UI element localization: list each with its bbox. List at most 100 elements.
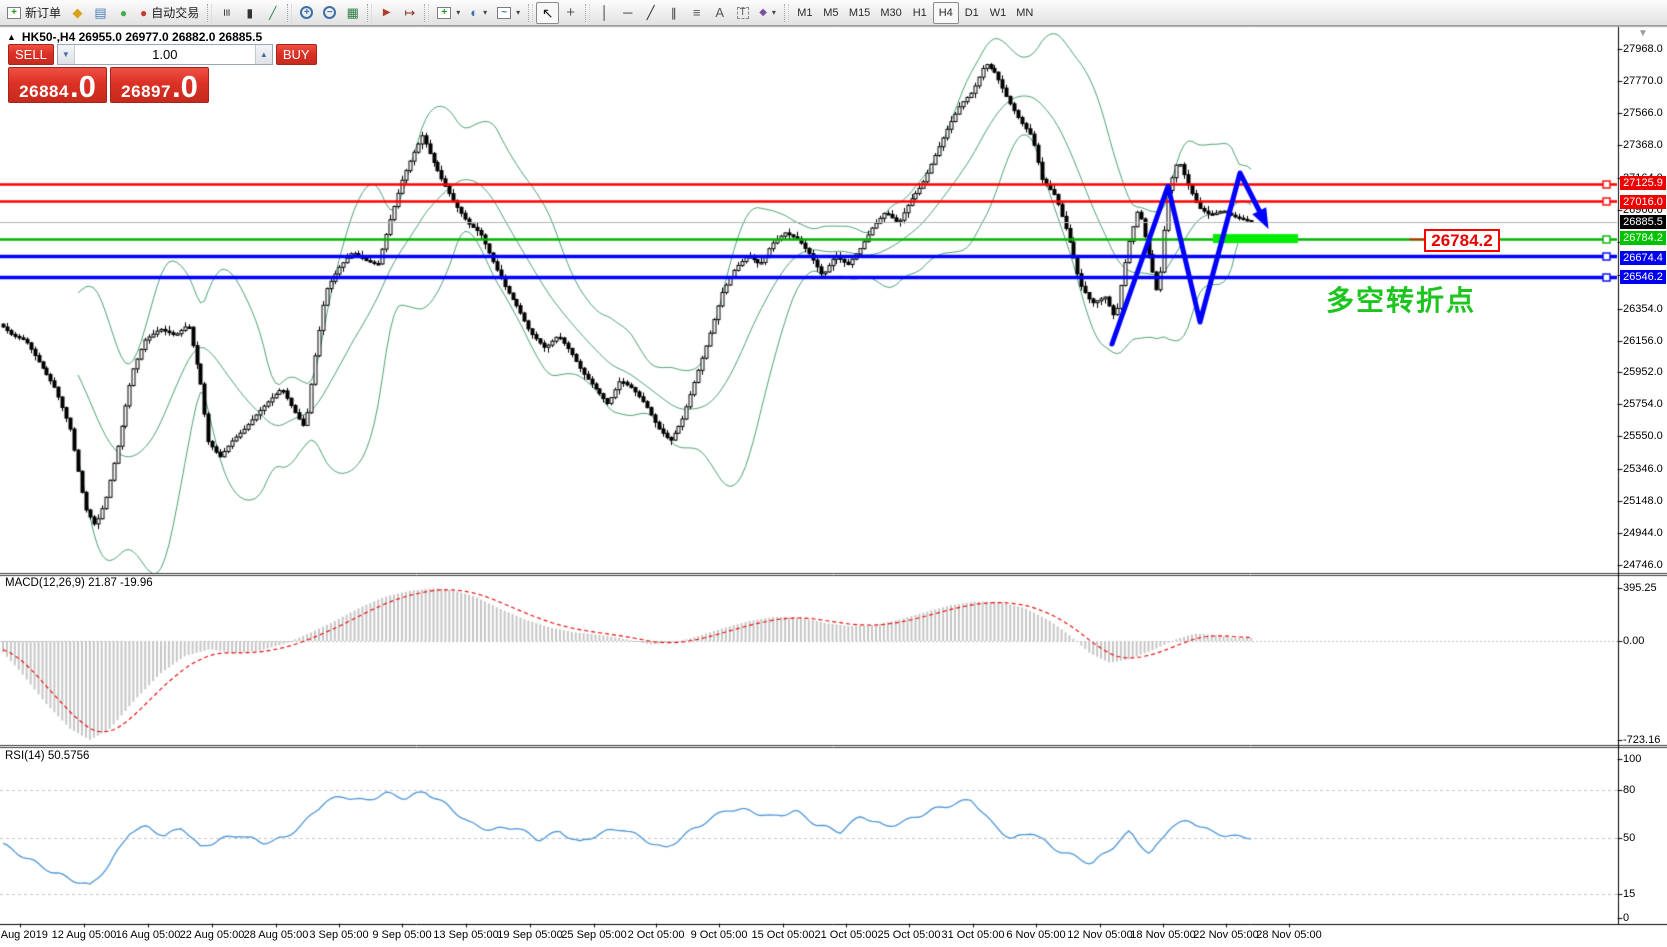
timeframe-d1-button[interactable]: D1 <box>959 2 985 24</box>
market-watch-button[interactable]: ◆ <box>66 2 89 24</box>
cursor-button[interactable]: ↖ <box>536 1 560 24</box>
timeframe-m30-button[interactable]: M30 <box>875 2 906 24</box>
data-window-icon: ▤ <box>94 5 107 20</box>
time-axis-label: 22 Aug 05:00 <box>179 929 245 941</box>
tile-windows-button[interactable]: ▦ <box>341 2 364 24</box>
timeframe-mn-button[interactable]: MN <box>1011 2 1038 24</box>
timeframe-m1-button[interactable]: M1 <box>792 2 818 24</box>
signal-icon: ● <box>119 5 128 20</box>
timeframe-w1-button[interactable]: W1 <box>985 2 1012 24</box>
channel-button[interactable]: ∥ <box>662 2 685 24</box>
text-label-icon: T <box>736 6 749 19</box>
timeframe-m5-button[interactable]: M5 <box>818 2 844 24</box>
sell-price-display[interactable]: 26884.0 <box>8 67 107 103</box>
profiles-button[interactable]: ◐ ▾ <box>465 2 492 24</box>
time-axis-label: 9 Oct 05:00 <box>690 929 748 941</box>
timeframe-m15-button-label: M15 <box>848 6 871 19</box>
vertical-line-button[interactable]: │ <box>593 2 616 24</box>
line-chart-button[interactable]: ╱ <box>261 2 284 24</box>
sell-button[interactable]: SELL <box>8 44 54 65</box>
rsi-indicator-label: RSI(14) 50.5756 <box>5 750 90 762</box>
timeframe-h4-button-label: H4 <box>938 6 953 19</box>
volume-input[interactable] <box>74 45 255 64</box>
text-label-button[interactable]: T <box>731 2 754 24</box>
buy-price-display[interactable]: 26897.0 <box>110 67 209 103</box>
time-axis-label: 13 Sep 05:00 <box>433 929 499 941</box>
macd-indicator-label: MACD(12,26,9) 21.87 -19.96 <box>5 577 153 589</box>
horizontal-line-icon: ─ <box>623 5 633 20</box>
collapse-icon[interactable]: ▲ <box>7 32 16 42</box>
sell-price-pips: .0 <box>69 68 96 104</box>
price-tick-label: 25346.0 <box>1623 463 1663 475</box>
timeframe-m15-button[interactable]: M15 <box>844 2 875 24</box>
dropdown-caret-icon: ▾ <box>483 8 488 17</box>
chart-canvas[interactable] <box>0 0 1667 947</box>
toolbar-separator <box>367 3 373 22</box>
time-axis-label: 21 Oct 05:00 <box>814 929 878 941</box>
new-chart-button[interactable]: + ▾ <box>432 2 465 24</box>
scroll-to-latest-icon[interactable]: ▼ <box>1638 28 1648 39</box>
chart-shift-button[interactable]: ↦ <box>398 2 421 24</box>
toolbar-separator <box>783 3 789 22</box>
time-axis-label: 22 Nov 05:00 <box>1193 929 1259 941</box>
toolbar-separator <box>585 3 591 22</box>
price-callout-box[interactable]: 26784.2 <box>1424 229 1500 252</box>
dropdown-caret-icon: ▾ <box>516 8 521 17</box>
time-axis-label: 16 Aug 05:00 <box>115 929 181 941</box>
time-axis-label: 6 Aug 2019 <box>0 929 48 941</box>
candlestick-chart-button[interactable]: ▮ <box>238 2 261 24</box>
time-axis-label: 28 Aug 05:00 <box>243 929 309 941</box>
price-tick-label: 27368.0 <box>1623 139 1663 151</box>
auto-scroll-button[interactable]: ▶ <box>375 2 398 24</box>
crosshair-button[interactable]: + <box>559 2 582 24</box>
toolbar: + 新订单 ◆ ▤ ● ● 自动交易 ≡ ▮ ╱ + − ▦ ▶ ↦ + ▾ ◐ ▾ ~ ▾ ↖ + │ ─ ╱ ∥ ≡ A T ◆ ▾ M1 M… <box>0 0 1667 26</box>
time-axis-label: 12 Nov 05:00 <box>1067 929 1133 941</box>
timeframe-w1-button-label: W1 <box>989 6 1007 19</box>
indicators-button[interactable]: ~ ▾ <box>492 2 525 24</box>
bar-chart-button[interactable]: ≡ <box>215 2 238 24</box>
rsi-tick-label: 100 <box>1623 753 1642 765</box>
trendline-button[interactable]: ╱ <box>639 2 662 24</box>
timeframe-mn-button-label: MN <box>1016 6 1034 19</box>
price-level-label: 26674.4 <box>1620 251 1666 265</box>
arrows-button[interactable]: ◆ ▾ <box>754 2 781 24</box>
new-chart-icon: + <box>437 6 452 19</box>
horizontal-line-button[interactable]: ─ <box>616 2 639 24</box>
price-level-label: 27125.9 <box>1620 176 1666 190</box>
time-axis-label: 18 Nov 05:00 <box>1130 929 1196 941</box>
crosshair-icon: + <box>566 4 576 21</box>
timeframe-d1-button-label: D1 <box>964 6 979 19</box>
price-tick-label: 25550.0 <box>1623 430 1663 442</box>
volume-decrease-button[interactable]: ▼ <box>57 45 75 64</box>
toolbar-separator <box>424 3 430 22</box>
timeframe-h4-button[interactable]: H4 <box>932 1 959 24</box>
arrow-objects-icon: ◆ <box>759 6 767 18</box>
price-tick-label: 26354.0 <box>1623 303 1663 315</box>
signals-button[interactable]: ● <box>112 2 135 24</box>
time-axis-label: 25 Sep 05:00 <box>561 929 627 941</box>
price-tick-label: 25952.0 <box>1623 366 1663 378</box>
sell-price-main: 26884 <box>19 82 69 101</box>
line-chart-icon: ╱ <box>269 5 277 20</box>
timeframe-m30-button-label: M30 <box>880 6 902 19</box>
tile-windows-icon: ▦ <box>346 5 359 20</box>
auto-trading-button-label: 自动交易 <box>151 6 200 20</box>
new-order-button[interactable]: + 新订单 <box>2 2 66 24</box>
time-axis-label: 15 Oct 05:00 <box>751 929 815 941</box>
buy-button[interactable]: BUY <box>275 44 317 65</box>
dropdown-caret-icon: ▾ <box>771 8 776 17</box>
auto-trading-button[interactable]: ● 自动交易 <box>135 2 204 24</box>
volume-increase-button[interactable]: ▲ <box>254 45 272 64</box>
timeframe-h1-button[interactable]: H1 <box>907 2 933 24</box>
chart-title: ▲ HK50-,H4 26955.0 26977.0 26882.0 26885… <box>7 30 262 44</box>
data-window-button[interactable]: ▤ <box>89 2 112 24</box>
mt4-terminal: + 新订单 ◆ ▤ ● ● 自动交易 ≡ ▮ ╱ + − ▦ ▶ ↦ + ▾ ◐ ▾ ~ ▾ ↖ + │ ─ ╱ ∥ ≡ A T ◆ ▾ M1 M… <box>0 0 1667 947</box>
zoom-in-button[interactable]: + <box>295 2 318 24</box>
turning-point-annotation[interactable]: 多空转折点 <box>1326 287 1476 315</box>
fibonacci-button[interactable]: ≡ <box>685 2 708 24</box>
text-button[interactable]: A <box>708 2 731 24</box>
time-axis-label: 12 Aug 05:00 <box>51 929 117 941</box>
zoom-out-button[interactable]: − <box>318 2 341 24</box>
zoom-out-icon: − <box>323 6 337 19</box>
time-axis-label: 25 Oct 05:00 <box>877 929 941 941</box>
